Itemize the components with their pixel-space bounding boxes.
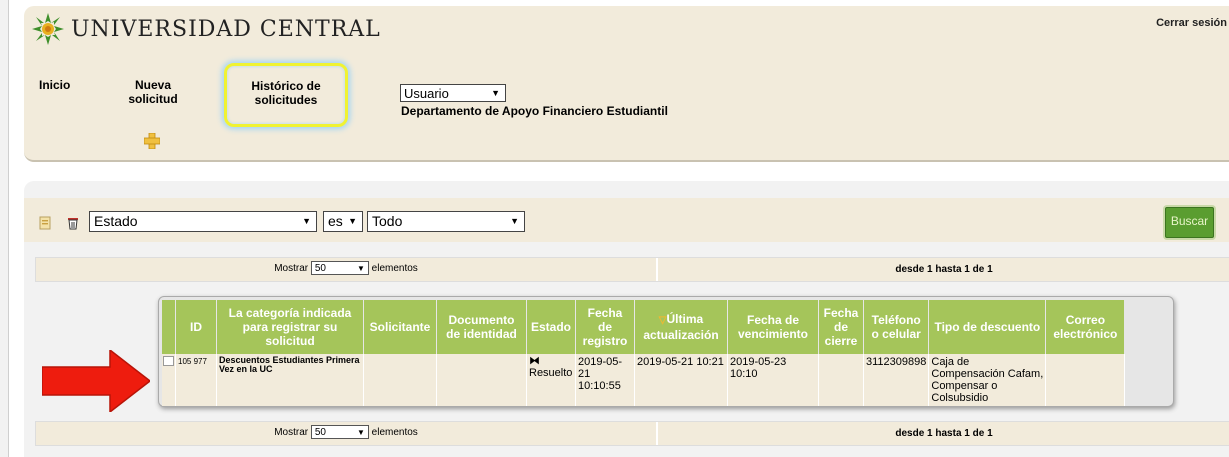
nav-historico-solicitudes[interactable]: Histórico de solicitudes [224,63,348,127]
select-column-header [162,300,176,354]
filter-field-value: Estado [94,213,138,229]
row-select-cell[interactable] [162,354,176,406]
logout-link[interactable]: Cerrar sesión [1156,17,1227,29]
left-edge [0,0,9,457]
filter-value-value: Todo [372,213,403,229]
pager-bottom: Mostrar 50 ▼ elementos desde 1 hasta 1 de… [35,421,1229,446]
cell-correo [1045,354,1126,406]
nav-nueva-solicitud[interactable]: Nueva solicitud [120,78,186,106]
page-size-select[interactable]: 50 ▼ [310,261,369,276]
cell-ultima-actualizacion: 2019-05-21 10:21 [634,354,728,406]
row-checkbox[interactable] [163,356,174,366]
chevron-down-icon: ▼ [356,428,365,438]
add-request-icon[interactable] [144,133,160,149]
column-header[interactable]: Teléfono o celular [863,300,930,354]
elements-label: elementos [371,263,418,274]
filter-operator-value: es [328,213,343,229]
column-header[interactable]: Correo electrónico [1045,300,1126,354]
status-text: Resuelto [529,367,573,379]
page-size-control: Mostrar 50 ▼ elementos [36,422,658,445]
chevron-down-icon: ▼ [510,216,519,226]
table-header-row: ID La categoría indicada para registrar … [162,300,1126,354]
cell-documento [436,354,527,406]
cell-telefono: 3112309898 [863,354,930,406]
show-label: Mostrar [274,263,309,274]
results-table: ID La categoría indicada para registrar … [162,300,1126,406]
page-size-value: 50 [314,427,326,439]
logo: UNIVERSIDAD CENTRAL [31,12,381,46]
results-table-container: ID La categoría indicada para registrar … [158,296,1174,407]
column-header[interactable]: Fecha de cierre [818,300,864,354]
page-size-value: 50 [314,263,326,275]
header-panel: UNIVERSIDAD CENTRAL Cerrar sesión Inicio… [24,6,1229,162]
cell-solicitante [363,354,437,406]
chevron-down-icon: ▼ [356,264,365,274]
table-row[interactable]: 105 977 Descuentos Estudiantes Primera V… [162,354,1126,406]
column-header[interactable]: ▽Última actualización [634,300,728,354]
page-size-select[interactable]: 50 ▼ [310,425,369,440]
search-button[interactable]: Buscar [1165,207,1214,238]
cell-fecha-registro: 2019-05-21 10:10:55 [575,354,635,406]
cell-fecha-vencimiento: 2019-05-23 10:10 [727,354,819,406]
column-header[interactable]: La categoría indicada para registrar su … [216,300,364,354]
elements-label: elementos [371,427,418,438]
role-select-value: Usuario [404,86,449,101]
cell-fecha-cierre [818,354,864,406]
annotation-arrow-icon [42,350,150,412]
nav-inicio[interactable]: Inicio [39,78,70,92]
column-header[interactable]: Tipo de descuento [928,300,1047,354]
status-icon: ⧓ [529,355,540,367]
column-header[interactable]: Fecha de vencimiento [727,300,819,354]
column-header-label: Última actualización [643,312,719,342]
filter-value-select[interactable]: Todo ▼ [367,211,525,232]
logo-text: UNIVERSIDAD CENTRAL [71,16,381,42]
export-icon[interactable] [39,216,51,230]
chevron-down-icon: ▼ [491,88,500,98]
logo-emblem-icon [32,13,64,45]
filter-field-select[interactable]: Estado ▼ [89,211,317,232]
show-label: Mostrar [274,427,309,438]
sort-desc-icon: ▽ [658,315,667,326]
cell-id: 105 977 [175,354,217,406]
trash-icon[interactable] [67,216,79,230]
column-header[interactable]: ID [175,300,217,354]
range-label: desde 1 hasta 1 de 1 [895,264,993,275]
column-header[interactable]: Estado [526,300,576,354]
column-header[interactable]: Documento de identidad [436,300,527,354]
page-size-control: Mostrar 50 ▼ elementos [36,258,658,281]
cell-tipo-descuento: Caja de Compensación Cafam, Compensar o … [928,354,1047,406]
department-label: Departamento de Apoyo Financiero Estudia… [401,104,668,118]
role-select[interactable]: Usuario ▼ [400,84,506,102]
cell-category: Descuentos Estudiantes Primera Vez en la… [216,354,364,406]
filter-operator-select[interactable]: es ▼ [323,211,363,232]
chevron-down-icon: ▼ [302,216,311,226]
column-header[interactable]: Fecha de registro [575,300,635,354]
pager-top: Mostrar 50 ▼ elementos desde 1 hasta 1 de… [35,257,1229,282]
chevron-down-icon: ▼ [348,216,357,226]
column-header[interactable]: Solicitante [363,300,437,354]
range-label: desde 1 hasta 1 de 1 [895,428,993,439]
cell-estado: ⧓ Resuelto [526,354,576,406]
